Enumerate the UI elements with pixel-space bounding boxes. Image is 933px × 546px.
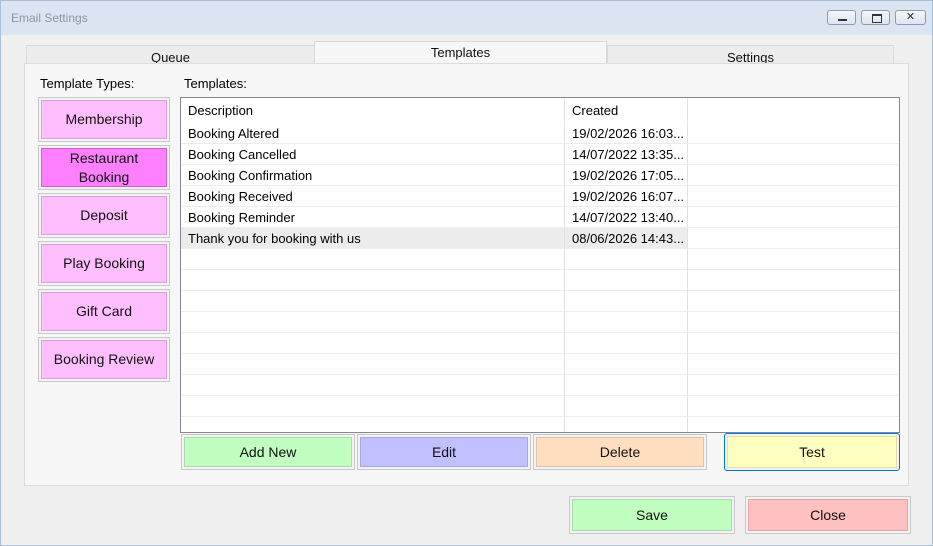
empty-row [181, 354, 899, 375]
add-new-label: Add New [184, 437, 352, 467]
empty-row [181, 312, 899, 333]
restore-icon [872, 14, 882, 23]
template-types-label: Template Types: [40, 76, 135, 91]
minimize-button[interactable] [827, 10, 856, 25]
created-cell: 14/07/2022 13:35... [565, 144, 688, 164]
test-label: Test [727, 436, 897, 468]
type-deposit-button[interactable]: Deposit [38, 193, 170, 238]
empty-row [181, 249, 899, 270]
close-button[interactable]: Close [745, 496, 911, 534]
empty-cell [688, 165, 899, 185]
table-row[interactable]: Thank you for booking with us 08/06/2026… [181, 228, 899, 249]
description-cell: Booking Received [181, 186, 565, 206]
table-row[interactable]: Booking Reminder 14/07/2022 13:40... [181, 207, 899, 228]
edit-label: Edit [360, 437, 528, 467]
title-bar[interactable]: Email Settings ✕ [1, 1, 932, 35]
type-button-label: Deposit [41, 196, 167, 235]
templates-grid[interactable]: Description Created Booking Altered 19/0… [180, 97, 900, 433]
type-button-label: Restaurant Booking [41, 148, 167, 187]
type-play-booking-button[interactable]: Play Booking [38, 241, 170, 286]
empty-row [181, 333, 899, 354]
template-type-list: Membership Restaurant Booking Deposit Pl… [38, 97, 172, 384]
type-button-label: Booking Review [41, 340, 167, 379]
edit-button[interactable]: Edit [357, 434, 531, 470]
empty-row [181, 375, 899, 396]
column-header-created[interactable]: Created [565, 98, 688, 122]
empty-cell [688, 144, 899, 164]
created-cell: 08/06/2026 14:43... [565, 228, 688, 248]
description-cell: Thank you for booking with us [181, 228, 565, 248]
delete-button[interactable]: Delete [533, 434, 707, 470]
close-icon: ✕ [905, 11, 916, 23]
created-cell: 14/07/2022 13:40... [565, 207, 688, 227]
dialog-content: Queue Settings Templates Template Types:… [10, 35, 923, 540]
empty-row [181, 291, 899, 312]
save-label: Save [572, 499, 732, 531]
type-booking-review-button[interactable]: Booking Review [38, 337, 170, 382]
empty-row [181, 396, 899, 417]
table-row[interactable]: Booking Cancelled 14/07/2022 13:35... [181, 144, 899, 165]
test-button[interactable]: Test [724, 433, 900, 471]
save-button[interactable]: Save [569, 496, 735, 534]
add-new-button[interactable]: Add New [181, 434, 355, 470]
type-button-label: Membership [41, 100, 167, 139]
description-cell: Booking Reminder [181, 207, 565, 227]
type-button-label: Gift Card [41, 292, 167, 331]
empty-cell [688, 207, 899, 227]
column-header-description[interactable]: Description [181, 98, 565, 122]
created-cell: 19/02/2026 16:07... [565, 186, 688, 206]
close-window-button[interactable]: ✕ [895, 10, 926, 25]
empty-row [181, 270, 899, 291]
description-cell: Booking Confirmation [181, 165, 565, 185]
empty-cell [688, 228, 899, 248]
type-gift-card-button[interactable]: Gift Card [38, 289, 170, 334]
minimize-icon [838, 19, 847, 21]
email-settings-window: Email Settings ✕ Queue Settings Template… [0, 0, 933, 546]
created-cell: 19/02/2026 16:03... [565, 123, 688, 143]
type-membership-button[interactable]: Membership [38, 97, 170, 142]
grid-header: Description Created [181, 98, 899, 122]
description-cell: Booking Cancelled [181, 144, 565, 164]
empty-cell [688, 186, 899, 206]
delete-label: Delete [536, 437, 704, 467]
templates-label: Templates: [184, 76, 247, 91]
table-row[interactable]: Booking Received 19/02/2026 16:07... [181, 186, 899, 207]
description-cell: Booking Altered [181, 123, 565, 143]
created-cell: 19/02/2026 17:05... [565, 165, 688, 185]
table-row[interactable]: Booking Altered 19/02/2026 16:03... [181, 123, 899, 144]
empty-row [181, 417, 899, 432]
type-button-label: Play Booking [41, 244, 167, 283]
close-label: Close [748, 499, 908, 531]
type-restaurant-booking-button[interactable]: Restaurant Booking [38, 145, 170, 190]
table-row[interactable]: Booking Confirmation 19/02/2026 17:05... [181, 165, 899, 186]
restore-button[interactable] [861, 10, 890, 25]
window-title: Email Settings [11, 11, 88, 25]
grid-rows: Booking Altered 19/02/2026 16:03... Book… [181, 123, 899, 432]
empty-cell [688, 123, 899, 143]
